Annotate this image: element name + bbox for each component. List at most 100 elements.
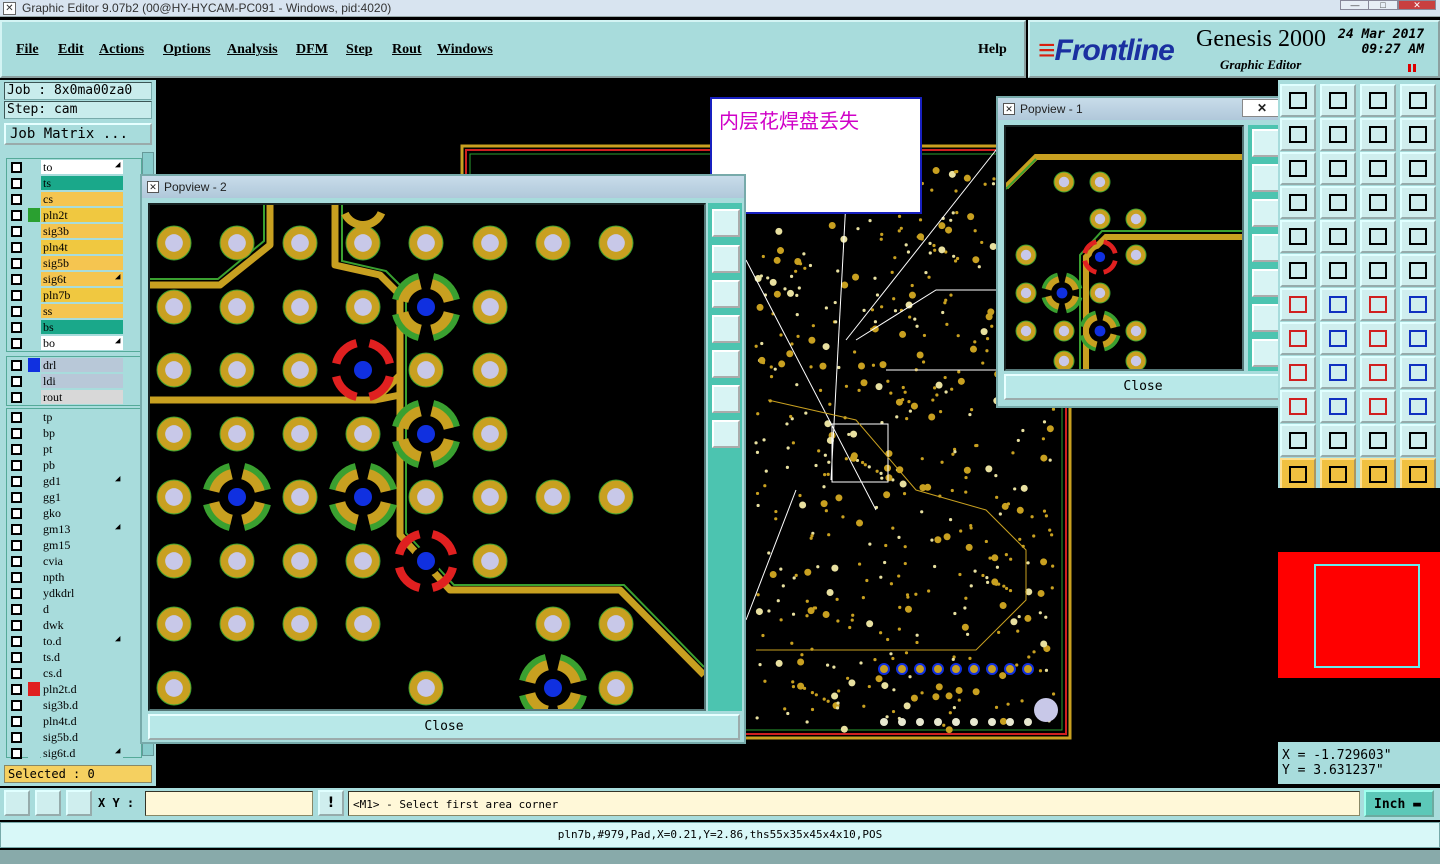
pv2-tool-1[interactable] — [712, 209, 740, 237]
menu-dfm[interactable]: DFM — [296, 42, 328, 58]
layer-checkbox[interactable] — [11, 226, 22, 237]
tool-button-0-3[interactable] — [1400, 84, 1436, 117]
layer-row-ss[interactable]: ss — [7, 303, 141, 319]
pv2-tool-6[interactable] — [712, 385, 740, 413]
layer-checkbox[interactable] — [11, 556, 22, 567]
layer-checkbox[interactable] — [11, 412, 22, 423]
layer-checkbox[interactable] — [11, 338, 22, 349]
tool-button-7-1[interactable] — [1320, 322, 1356, 355]
tool-button-1-1[interactable] — [1320, 118, 1356, 151]
tool-button-10-0[interactable] — [1280, 424, 1316, 457]
tool-button-5-2[interactable] — [1360, 254, 1396, 287]
tool-button-6-3[interactable] — [1400, 288, 1436, 321]
menu-analysis[interactable]: Analysis — [227, 42, 278, 58]
layer-checkbox[interactable] — [11, 588, 22, 599]
layer-submenu-icon[interactable]: ◢ — [115, 746, 120, 756]
minimize-button[interactable]: — — [1340, 0, 1370, 10]
tool-button-3-2[interactable] — [1360, 186, 1396, 219]
layer-row-sig6t[interactable]: sig6t ◢ — [7, 271, 141, 287]
pv1-tool-2[interactable] — [1252, 164, 1280, 192]
tool-button-9-2[interactable] — [1360, 390, 1396, 423]
tool-button-8-0[interactable] — [1280, 356, 1316, 389]
tool-button-11-0[interactable] — [1280, 458, 1316, 491]
tool-button-3-1[interactable] — [1320, 186, 1356, 219]
pv2-tool-4[interactable] — [712, 315, 740, 343]
grid-tool-button[interactable] — [66, 790, 92, 816]
layer-row-gm13[interactable]: gm13 ◢ — [7, 521, 141, 537]
tool-button-6-1[interactable] — [1320, 288, 1356, 321]
layer-row-gg1[interactable]: gg1 — [7, 489, 141, 505]
layer-row-cs.d[interactable]: cs.d — [7, 665, 141, 681]
layer-submenu-icon[interactable]: ◢ — [115, 272, 120, 282]
layer-row-dwk[interactable]: dwk — [7, 617, 141, 633]
layer-checkbox[interactable] — [11, 492, 22, 503]
tool-button-5-1[interactable] — [1320, 254, 1356, 287]
tool-button-10-2[interactable] — [1360, 424, 1396, 457]
layer-checkbox[interactable] — [11, 604, 22, 615]
layer-row-ydkdrl[interactable]: ydkdrl — [7, 585, 141, 601]
tool-button-2-3[interactable] — [1400, 152, 1436, 185]
tool-button-10-1[interactable] — [1320, 424, 1356, 457]
tool-button-8-3[interactable] — [1400, 356, 1436, 389]
layer-row-pln4t[interactable]: pln4t — [7, 239, 141, 255]
layer-checkbox[interactable] — [11, 700, 22, 711]
layer-checkbox[interactable] — [11, 242, 22, 253]
layer-checkbox[interactable] — [11, 636, 22, 647]
menu-windows[interactable]: Windows — [437, 42, 493, 58]
layer-checkbox[interactable] — [11, 460, 22, 471]
popview-1-x-button[interactable]: ✕ — [1242, 99, 1282, 117]
tool-button-9-1[interactable] — [1320, 390, 1356, 423]
tool-button-7-0[interactable] — [1280, 322, 1316, 355]
popview-1-viewport[interactable] — [1004, 125, 1244, 371]
xy-input[interactable] — [145, 791, 313, 816]
layer-row-pt[interactable]: pt — [7, 441, 141, 457]
layer-row-tp[interactable]: tp — [7, 409, 141, 425]
pv1-tool-1[interactable] — [1252, 129, 1280, 157]
layer-row-d[interactable]: d — [7, 601, 141, 617]
layer-row-gm15[interactable]: gm15 — [7, 537, 141, 553]
pv1-tool-3[interactable] — [1252, 199, 1280, 227]
tool-button-8-1[interactable] — [1320, 356, 1356, 389]
tool-button-10-3[interactable] — [1400, 424, 1436, 457]
overview-map[interactable] — [1278, 488, 1440, 740]
layer-checkbox[interactable] — [11, 684, 22, 695]
layer-row-cvia[interactable]: cvia — [7, 553, 141, 569]
tool-button-3-3[interactable] — [1400, 186, 1436, 219]
layer-checkbox[interactable] — [11, 572, 22, 583]
tool-button-4-1[interactable] — [1320, 220, 1356, 253]
tool-button-7-2[interactable] — [1360, 322, 1396, 355]
layer-row-bp[interactable]: bp — [7, 425, 141, 441]
measure-tool-button[interactable] — [35, 790, 61, 816]
layer-row-ts[interactable]: ts — [7, 175, 141, 191]
layer-row-ldi[interactable]: ldi — [7, 373, 141, 389]
layer-checkbox[interactable] — [11, 258, 22, 269]
menu-rout[interactable]: Rout — [392, 42, 422, 58]
snap-tool-button[interactable] — [4, 790, 30, 816]
menu-actions[interactable]: Actions — [99, 42, 144, 58]
layer-checkbox[interactable] — [11, 322, 22, 333]
menu-step[interactable]: Step — [346, 42, 372, 58]
layer-row-pln4t.d[interactable]: pln4t.d — [7, 713, 141, 729]
tool-button-0-1[interactable] — [1320, 84, 1356, 117]
popview-1-titlebar[interactable]: ✕ Popview - 1 ✕ — [998, 98, 1286, 120]
tool-button-4-3[interactable] — [1400, 220, 1436, 253]
tool-button-3-0[interactable] — [1280, 186, 1316, 219]
layer-checkbox[interactable] — [11, 716, 22, 727]
layer-checkbox[interactable] — [11, 274, 22, 285]
menu-edit[interactable]: Edit — [58, 42, 84, 58]
layer-checkbox[interactable] — [11, 668, 22, 679]
layer-checkbox[interactable] — [11, 392, 22, 403]
tool-button-9-3[interactable] — [1400, 390, 1436, 423]
layer-checkbox[interactable] — [11, 620, 22, 631]
close-window-button[interactable]: ✕ — [1398, 0, 1436, 10]
tool-button-6-2[interactable] — [1360, 288, 1396, 321]
layer-checkbox[interactable] — [11, 732, 22, 743]
alert-icon[interactable]: ! — [318, 790, 344, 816]
tool-button-2-2[interactable] — [1360, 152, 1396, 185]
layer-checkbox[interactable] — [11, 444, 22, 455]
tool-button-7-3[interactable] — [1400, 322, 1436, 355]
tool-button-0-0[interactable] — [1280, 84, 1316, 117]
layer-row-bo[interactable]: bo ◢ — [7, 335, 141, 351]
layer-submenu-icon[interactable]: ◢ — [115, 634, 120, 644]
tool-button-2-1[interactable] — [1320, 152, 1356, 185]
